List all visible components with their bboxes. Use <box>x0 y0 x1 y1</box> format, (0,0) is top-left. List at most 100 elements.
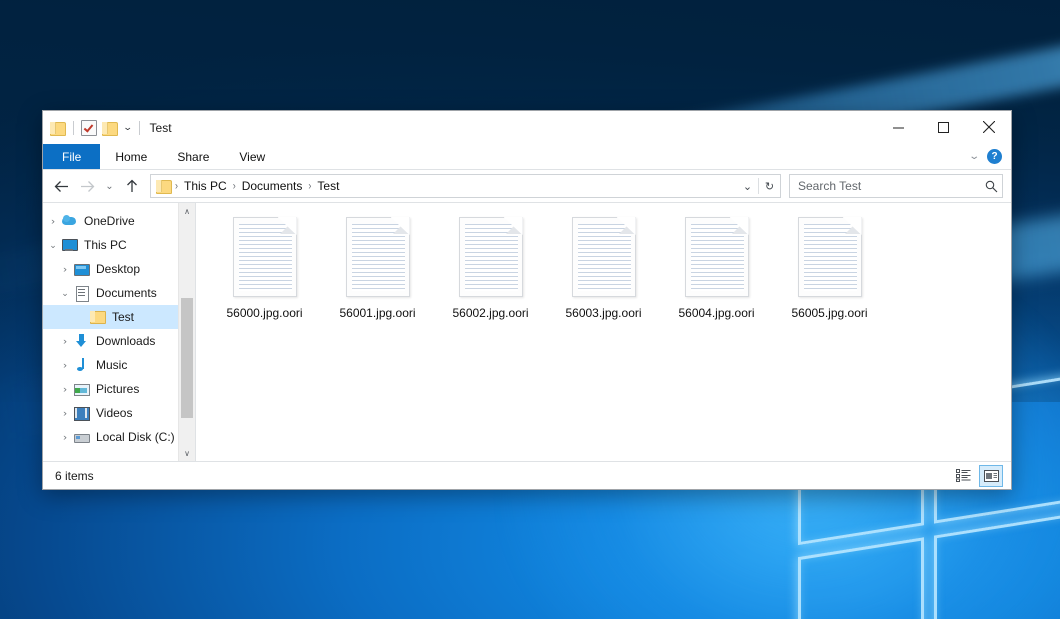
up-button[interactable] <box>120 174 144 198</box>
scroll-up-icon[interactable]: ∧ <box>179 203 195 219</box>
search-placeholder: Search Test <box>798 179 985 193</box>
file-name-label: 56003.jpg.oori <box>565 306 641 320</box>
windows-logo-pane-4 <box>934 514 1060 619</box>
address-input[interactable]: › This PC › Documents › Test ⌄ ↻ <box>150 174 781 198</box>
file-explorer-window: ⌄ Test File Home Share View ⌄ ? <box>42 110 1012 490</box>
toolbar-divider <box>73 121 74 135</box>
properties-icon[interactable] <box>81 120 97 136</box>
generic-document-icon <box>346 217 410 297</box>
file-name-label: 56001.jpg.oori <box>339 306 415 320</box>
refresh-icon[interactable]: ↻ <box>759 176 780 196</box>
sidebar-item-label: OneDrive <box>84 215 135 227</box>
expander-chevron-right-icon[interactable]: › <box>55 432 75 442</box>
recent-locations-chevron-down-icon[interactable]: ⌄ <box>101 174 118 198</box>
details-view-button[interactable] <box>952 466 974 486</box>
search-input[interactable]: Search Test <box>789 174 1003 198</box>
help-icon[interactable]: ? <box>987 149 1002 164</box>
title-bar: ⌄ Test <box>43 111 1011 144</box>
list-item[interactable]: 56000.jpg.oori <box>208 217 321 342</box>
close-button[interactable] <box>966 111 1011 143</box>
view-mode-buttons <box>952 465 1003 487</box>
breadcrumb: › This PC › Documents › Test <box>174 179 737 193</box>
sidebar-item-label: This PC <box>84 239 127 251</box>
file-name-label: 56004.jpg.oori <box>678 306 754 320</box>
new-folder-icon[interactable] <box>102 121 118 135</box>
expander-chevron-right-icon[interactable]: › <box>55 336 75 346</box>
item-count-label: 6 items <box>55 469 94 483</box>
address-folder-icon <box>156 179 172 193</box>
forward-button[interactable] <box>75 174 99 198</box>
document-lines <box>691 224 744 291</box>
document-lines <box>578 224 631 291</box>
breadcrumb-item-documents[interactable]: Documents <box>237 179 308 193</box>
sidebar-item-label: Desktop <box>96 263 140 275</box>
videos-icon <box>73 405 90 421</box>
expander-chevron-down-icon[interactable]: ⌄ <box>45 240 61 251</box>
sidebar-item-this-pc[interactable]: ⌄ This PC <box>43 233 195 257</box>
sidebar-item-local-disk-c[interactable]: › Local Disk (C:) <box>43 425 195 449</box>
list-item[interactable]: 56003.jpg.oori <box>547 217 660 342</box>
document-lines <box>239 224 292 291</box>
sidebar-item-label: Videos <box>96 407 132 419</box>
breadcrumb-separator-0: › <box>174 180 179 192</box>
expander-chevron-right-icon[interactable]: › <box>55 264 75 274</box>
sidebar-item-videos[interactable]: › Videos <box>43 401 195 425</box>
sidebar-item-label: Pictures <box>96 383 139 395</box>
window-title: Test <box>150 121 172 135</box>
explorer-body: › OneDrive ⌄ This PC › Desktop ⌄ Documen… <box>43 202 1011 461</box>
large-icons-view-button[interactable] <box>979 465 1003 487</box>
file-name-label: 56002.jpg.oori <box>452 306 528 320</box>
sidebar-item-label: Test <box>112 311 134 323</box>
onedrive-icon <box>61 213 78 229</box>
expander-chevron-down-icon[interactable]: ⌄ <box>57 288 73 299</box>
expander-chevron-right-icon[interactable]: › <box>55 360 75 370</box>
downloads-icon <box>73 333 90 349</box>
minimize-button[interactable] <box>876 111 921 143</box>
sidebar-item-desktop[interactable]: › Desktop <box>43 257 195 281</box>
tab-home[interactable]: Home <box>100 144 162 169</box>
customize-quick-access-caret-icon[interactable]: ⌄ <box>123 123 133 132</box>
navigation-pane-scrollbar[interactable]: ∧ ∨ <box>178 203 195 461</box>
navigation-pane: › OneDrive ⌄ This PC › Desktop ⌄ Documen… <box>43 203 196 461</box>
pictures-icon <box>73 381 90 397</box>
sidebar-item-onedrive[interactable]: › OneDrive <box>43 209 195 233</box>
list-item[interactable]: 56002.jpg.oori <box>434 217 547 342</box>
sidebar-item-label: Documents <box>96 287 157 299</box>
sidebar-item-documents[interactable]: ⌄ Documents <box>43 281 195 305</box>
list-item[interactable]: 56004.jpg.oori <box>660 217 773 342</box>
address-dropdown-chevron-down-icon[interactable]: ⌄ <box>737 176 758 196</box>
search-icon <box>985 180 998 193</box>
folder-icon[interactable] <box>50 121 66 135</box>
expander-chevron-right-icon[interactable]: › <box>43 216 63 226</box>
tab-file[interactable]: File <box>43 144 100 169</box>
ribbon-right-controls: ⌄ ? <box>970 144 1011 169</box>
local-disk-icon <box>73 429 90 445</box>
address-bar: ⌄ › This PC › Documents › Test ⌄ ↻ Searc… <box>43 170 1011 202</box>
tab-share[interactable]: Share <box>162 144 224 169</box>
generic-document-icon <box>572 217 636 297</box>
tab-view[interactable]: View <box>224 144 280 169</box>
expand-ribbon-chevron-down-icon[interactable]: ⌄ <box>968 151 980 162</box>
list-item[interactable]: 56001.jpg.oori <box>321 217 434 342</box>
generic-document-icon <box>798 217 862 297</box>
sidebar-item-downloads[interactable]: › Downloads <box>43 329 195 353</box>
scroll-down-icon[interactable]: ∨ <box>179 445 195 461</box>
windows-logo-pane-3 <box>798 537 924 619</box>
document-lines <box>804 224 857 291</box>
document-lines <box>465 224 518 291</box>
generic-document-icon <box>459 217 523 297</box>
breadcrumb-item-test[interactable]: Test <box>312 179 344 193</box>
sidebar-item-music[interactable]: › Music <box>43 353 195 377</box>
expander-chevron-right-icon[interactable]: › <box>55 384 75 394</box>
sidebar-item-pictures[interactable]: › Pictures <box>43 377 195 401</box>
sidebar-item-label: Music <box>96 359 127 371</box>
expander-chevron-right-icon[interactable]: › <box>55 408 75 418</box>
breadcrumb-separator-1: › <box>232 180 237 192</box>
back-button[interactable] <box>49 174 73 198</box>
breadcrumb-item-this-pc[interactable]: This PC <box>179 179 232 193</box>
sidebar-item-test[interactable]: › Test <box>43 305 195 329</box>
ribbon-tab-bar: File Home Share View ⌄ ? <box>43 144 1011 170</box>
list-item[interactable]: 56005.jpg.oori <box>773 217 886 342</box>
maximize-button[interactable] <box>921 111 966 143</box>
scrollbar-thumb[interactable] <box>181 298 193 418</box>
